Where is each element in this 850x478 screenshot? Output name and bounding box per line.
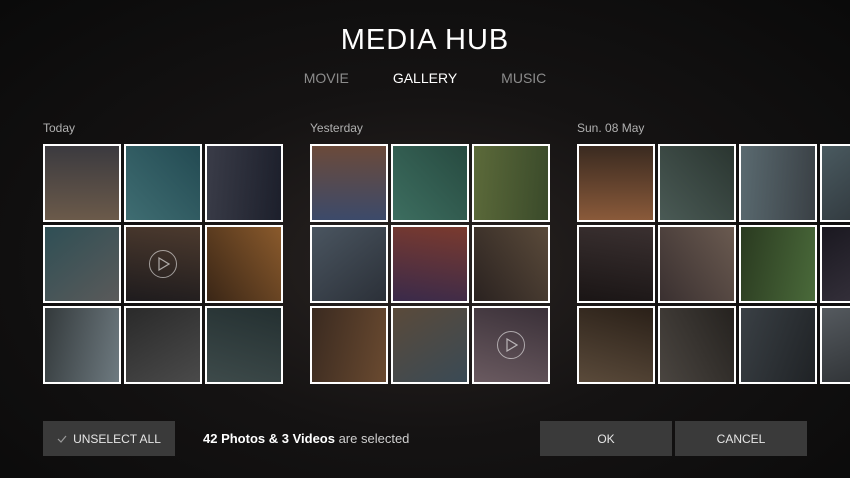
unselect-all-label: UNSELECT ALL [73,431,161,446]
media-tabs: MOVIE GALLERY MUSIC [0,70,850,86]
photo-thumbnail[interactable] [310,225,388,303]
photo-thumbnail[interactable] [658,144,736,222]
page-title: MEDIA HUB [340,24,510,56]
photo-thumbnail[interactable] [205,144,283,222]
photo-thumbnail[interactable] [472,225,550,303]
thumbnail-grid [577,144,850,384]
photo-thumbnail[interactable] [739,306,817,384]
photo-thumbnail[interactable] [577,306,655,384]
photo-thumbnail[interactable] [820,225,850,303]
photo-thumbnail[interactable] [124,144,202,222]
thumbnail-grid [43,144,283,384]
selection-suffix: are selected [334,431,410,446]
photo-thumbnail[interactable] [43,144,121,222]
photo-thumbnail[interactable] [658,306,736,384]
photo-thumbnail[interactable] [391,144,469,222]
photo-thumbnail[interactable] [820,306,850,384]
photo-thumbnail[interactable] [739,225,817,303]
group-label: Today [43,121,76,135]
photo-thumbnail[interactable] [310,144,388,222]
cancel-label: CANCEL [716,431,766,446]
photo-thumbnail[interactable] [577,144,655,222]
cancel-button[interactable]: CANCEL [675,421,807,456]
photo-thumbnail[interactable] [43,225,121,303]
play-icon [149,250,177,278]
photo-thumbnail[interactable] [577,225,655,303]
unselect-all-button[interactable]: UNSELECT ALL [43,421,175,456]
tab-gallery[interactable]: GALLERY [371,70,479,86]
photo-thumbnail[interactable] [391,225,469,303]
selection-status: 42 Photos & 3 Videos are selected [203,431,409,446]
photo-thumbnail[interactable] [43,306,121,384]
photo-thumbnail[interactable] [205,225,283,303]
gallery-group-yesterday: Yesterday [310,121,550,384]
group-label: Sun. 08 May [577,121,645,135]
gallery-group-sun-08-may: Sun. 08 May [577,121,850,384]
thumbnail-grid [310,144,550,384]
photo-thumbnail[interactable] [739,144,817,222]
tab-music[interactable]: MUSIC [479,70,568,86]
group-label: Yesterday [310,121,363,135]
photo-thumbnail[interactable] [310,306,388,384]
photo-thumbnail[interactable] [658,225,736,303]
video-thumbnail[interactable] [472,306,550,384]
selection-count: 42 Photos & 3 Videos [203,431,335,446]
ok-label: OK [597,431,615,446]
photo-thumbnail[interactable] [124,306,202,384]
video-thumbnail[interactable] [124,225,202,303]
gallery-group-today: Today [43,121,283,384]
play-icon [497,331,525,359]
photo-thumbnail[interactable] [472,144,550,222]
tab-movie[interactable]: MOVIE [282,70,371,86]
photo-thumbnail[interactable] [205,306,283,384]
photo-thumbnail[interactable] [820,144,850,222]
ok-button[interactable]: OK [540,421,672,456]
check-icon [57,432,67,446]
photo-thumbnail[interactable] [391,306,469,384]
